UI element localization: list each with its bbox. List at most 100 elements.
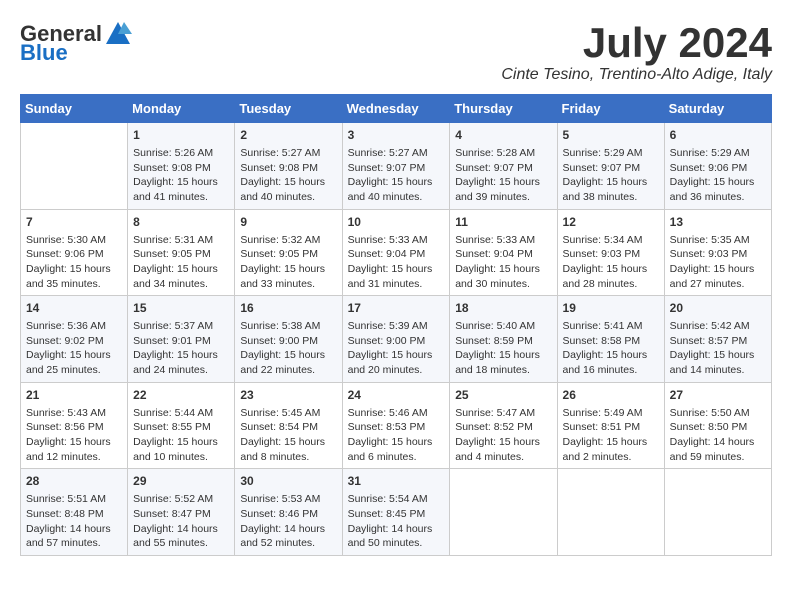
day-info: and 52 minutes. — [240, 536, 336, 551]
day-info: Daylight: 15 hours — [670, 262, 766, 277]
day-info: and 22 minutes. — [240, 363, 336, 378]
day-info: Sunset: 8:56 PM — [26, 420, 122, 435]
day-number: 2 — [240, 127, 336, 144]
day-number: 3 — [348, 127, 445, 144]
day-info: Sunset: 8:58 PM — [563, 334, 659, 349]
day-info: Sunrise: 5:43 AM — [26, 406, 122, 421]
calendar-cell: 25Sunrise: 5:47 AMSunset: 8:52 PMDayligh… — [450, 382, 557, 469]
day-info: Sunset: 9:07 PM — [455, 161, 551, 176]
day-info: Daylight: 14 hours — [26, 522, 122, 537]
day-info: Sunset: 8:53 PM — [348, 420, 445, 435]
day-info: and 28 minutes. — [563, 277, 659, 292]
day-info: Daylight: 15 hours — [348, 435, 445, 450]
day-info: and 12 minutes. — [26, 450, 122, 465]
day-info: and 34 minutes. — [133, 277, 229, 292]
day-info: Sunrise: 5:28 AM — [455, 146, 551, 161]
calendar-cell — [557, 469, 664, 556]
day-info: Daylight: 15 hours — [240, 175, 336, 190]
day-info: and 20 minutes. — [348, 363, 445, 378]
day-info: Daylight: 15 hours — [563, 435, 659, 450]
day-info: Daylight: 15 hours — [348, 175, 445, 190]
calendar-cell: 8Sunrise: 5:31 AMSunset: 9:05 PMDaylight… — [128, 209, 235, 296]
day-info: and 6 minutes. — [348, 450, 445, 465]
day-info: Daylight: 15 hours — [133, 348, 229, 363]
day-info: Sunrise: 5:35 AM — [670, 233, 766, 248]
day-info: Sunrise: 5:45 AM — [240, 406, 336, 421]
day-number: 22 — [133, 387, 229, 404]
month-title: July 2024 — [501, 20, 772, 66]
calendar-cell: 21Sunrise: 5:43 AMSunset: 8:56 PMDayligh… — [21, 382, 128, 469]
day-info: Sunset: 8:57 PM — [670, 334, 766, 349]
day-number: 1 — [133, 127, 229, 144]
day-number: 12 — [563, 214, 659, 231]
day-info: and 41 minutes. — [133, 190, 229, 205]
day-info: Sunset: 9:01 PM — [133, 334, 229, 349]
day-info: Daylight: 14 hours — [133, 522, 229, 537]
day-number: 24 — [348, 387, 445, 404]
calendar-cell: 5Sunrise: 5:29 AMSunset: 9:07 PMDaylight… — [557, 123, 664, 210]
day-info: Sunrise: 5:27 AM — [348, 146, 445, 161]
day-number: 14 — [26, 300, 122, 317]
day-info: and 57 minutes. — [26, 536, 122, 551]
day-number: 15 — [133, 300, 229, 317]
day-info: Sunset: 9:04 PM — [348, 247, 445, 262]
day-info: and 38 minutes. — [563, 190, 659, 205]
day-number: 31 — [348, 473, 445, 490]
day-info: and 25 minutes. — [26, 363, 122, 378]
calendar-cell: 27Sunrise: 5:50 AMSunset: 8:50 PMDayligh… — [664, 382, 771, 469]
day-header-saturday: Saturday — [664, 95, 771, 123]
day-info: Daylight: 15 hours — [26, 348, 122, 363]
day-header-thursday: Thursday — [450, 95, 557, 123]
calendar-cell: 26Sunrise: 5:49 AMSunset: 8:51 PMDayligh… — [557, 382, 664, 469]
day-number: 4 — [455, 127, 551, 144]
calendar-cell: 18Sunrise: 5:40 AMSunset: 8:59 PMDayligh… — [450, 296, 557, 383]
day-info: Sunset: 9:07 PM — [563, 161, 659, 176]
calendar-cell: 7Sunrise: 5:30 AMSunset: 9:06 PMDaylight… — [21, 209, 128, 296]
day-number: 7 — [26, 214, 122, 231]
calendar-week-4: 21Sunrise: 5:43 AMSunset: 8:56 PMDayligh… — [21, 382, 772, 469]
day-info: Sunrise: 5:54 AM — [348, 492, 445, 507]
calendar-cell — [450, 469, 557, 556]
calendar-cell — [664, 469, 771, 556]
day-info: Sunrise: 5:37 AM — [133, 319, 229, 334]
calendar-cell: 2Sunrise: 5:27 AMSunset: 9:08 PMDaylight… — [235, 123, 342, 210]
day-info: Sunset: 8:48 PM — [26, 507, 122, 522]
day-header-friday: Friday — [557, 95, 664, 123]
day-info: Sunrise: 5:53 AM — [240, 492, 336, 507]
day-info: and 14 minutes. — [670, 363, 766, 378]
day-info: Sunrise: 5:40 AM — [455, 319, 551, 334]
logo-icon — [104, 20, 132, 48]
day-number: 11 — [455, 214, 551, 231]
day-info: Sunrise: 5:34 AM — [563, 233, 659, 248]
day-info: Daylight: 15 hours — [348, 262, 445, 277]
day-info: Daylight: 15 hours — [133, 435, 229, 450]
day-info: and 40 minutes. — [348, 190, 445, 205]
logo-blue-text: Blue — [20, 40, 68, 65]
day-info: Daylight: 15 hours — [670, 348, 766, 363]
day-info: and 30 minutes. — [455, 277, 551, 292]
day-info: Sunset: 9:05 PM — [133, 247, 229, 262]
day-info: Sunset: 8:46 PM — [240, 507, 336, 522]
day-info: Sunrise: 5:27 AM — [240, 146, 336, 161]
calendar-cell: 20Sunrise: 5:42 AMSunset: 8:57 PMDayligh… — [664, 296, 771, 383]
day-number: 23 — [240, 387, 336, 404]
calendar-cell: 11Sunrise: 5:33 AMSunset: 9:04 PMDayligh… — [450, 209, 557, 296]
day-info: Sunrise: 5:36 AM — [26, 319, 122, 334]
calendar-cell: 6Sunrise: 5:29 AMSunset: 9:06 PMDaylight… — [664, 123, 771, 210]
calendar-week-3: 14Sunrise: 5:36 AMSunset: 9:02 PMDayligh… — [21, 296, 772, 383]
day-info: Sunrise: 5:26 AM — [133, 146, 229, 161]
calendar-cell: 29Sunrise: 5:52 AMSunset: 8:47 PMDayligh… — [128, 469, 235, 556]
day-info: Sunset: 9:05 PM — [240, 247, 336, 262]
day-info: and 4 minutes. — [455, 450, 551, 465]
day-info: Sunrise: 5:33 AM — [455, 233, 551, 248]
day-info: Daylight: 15 hours — [455, 175, 551, 190]
day-info: Sunrise: 5:42 AM — [670, 319, 766, 334]
day-info: and 50 minutes. — [348, 536, 445, 551]
day-info: Sunset: 8:50 PM — [670, 420, 766, 435]
day-info: and 24 minutes. — [133, 363, 229, 378]
calendar-cell: 19Sunrise: 5:41 AMSunset: 8:58 PMDayligh… — [557, 296, 664, 383]
calendar-cell: 4 Sunrise: 5:28 AMSunset: 9:07 PMDaylight… — [450, 123, 557, 210]
page-header: General Blue July 2024 Cinte Tesino, Tre… — [20, 20, 772, 84]
day-info: Daylight: 15 hours — [563, 348, 659, 363]
day-info: Daylight: 14 hours — [348, 522, 445, 537]
